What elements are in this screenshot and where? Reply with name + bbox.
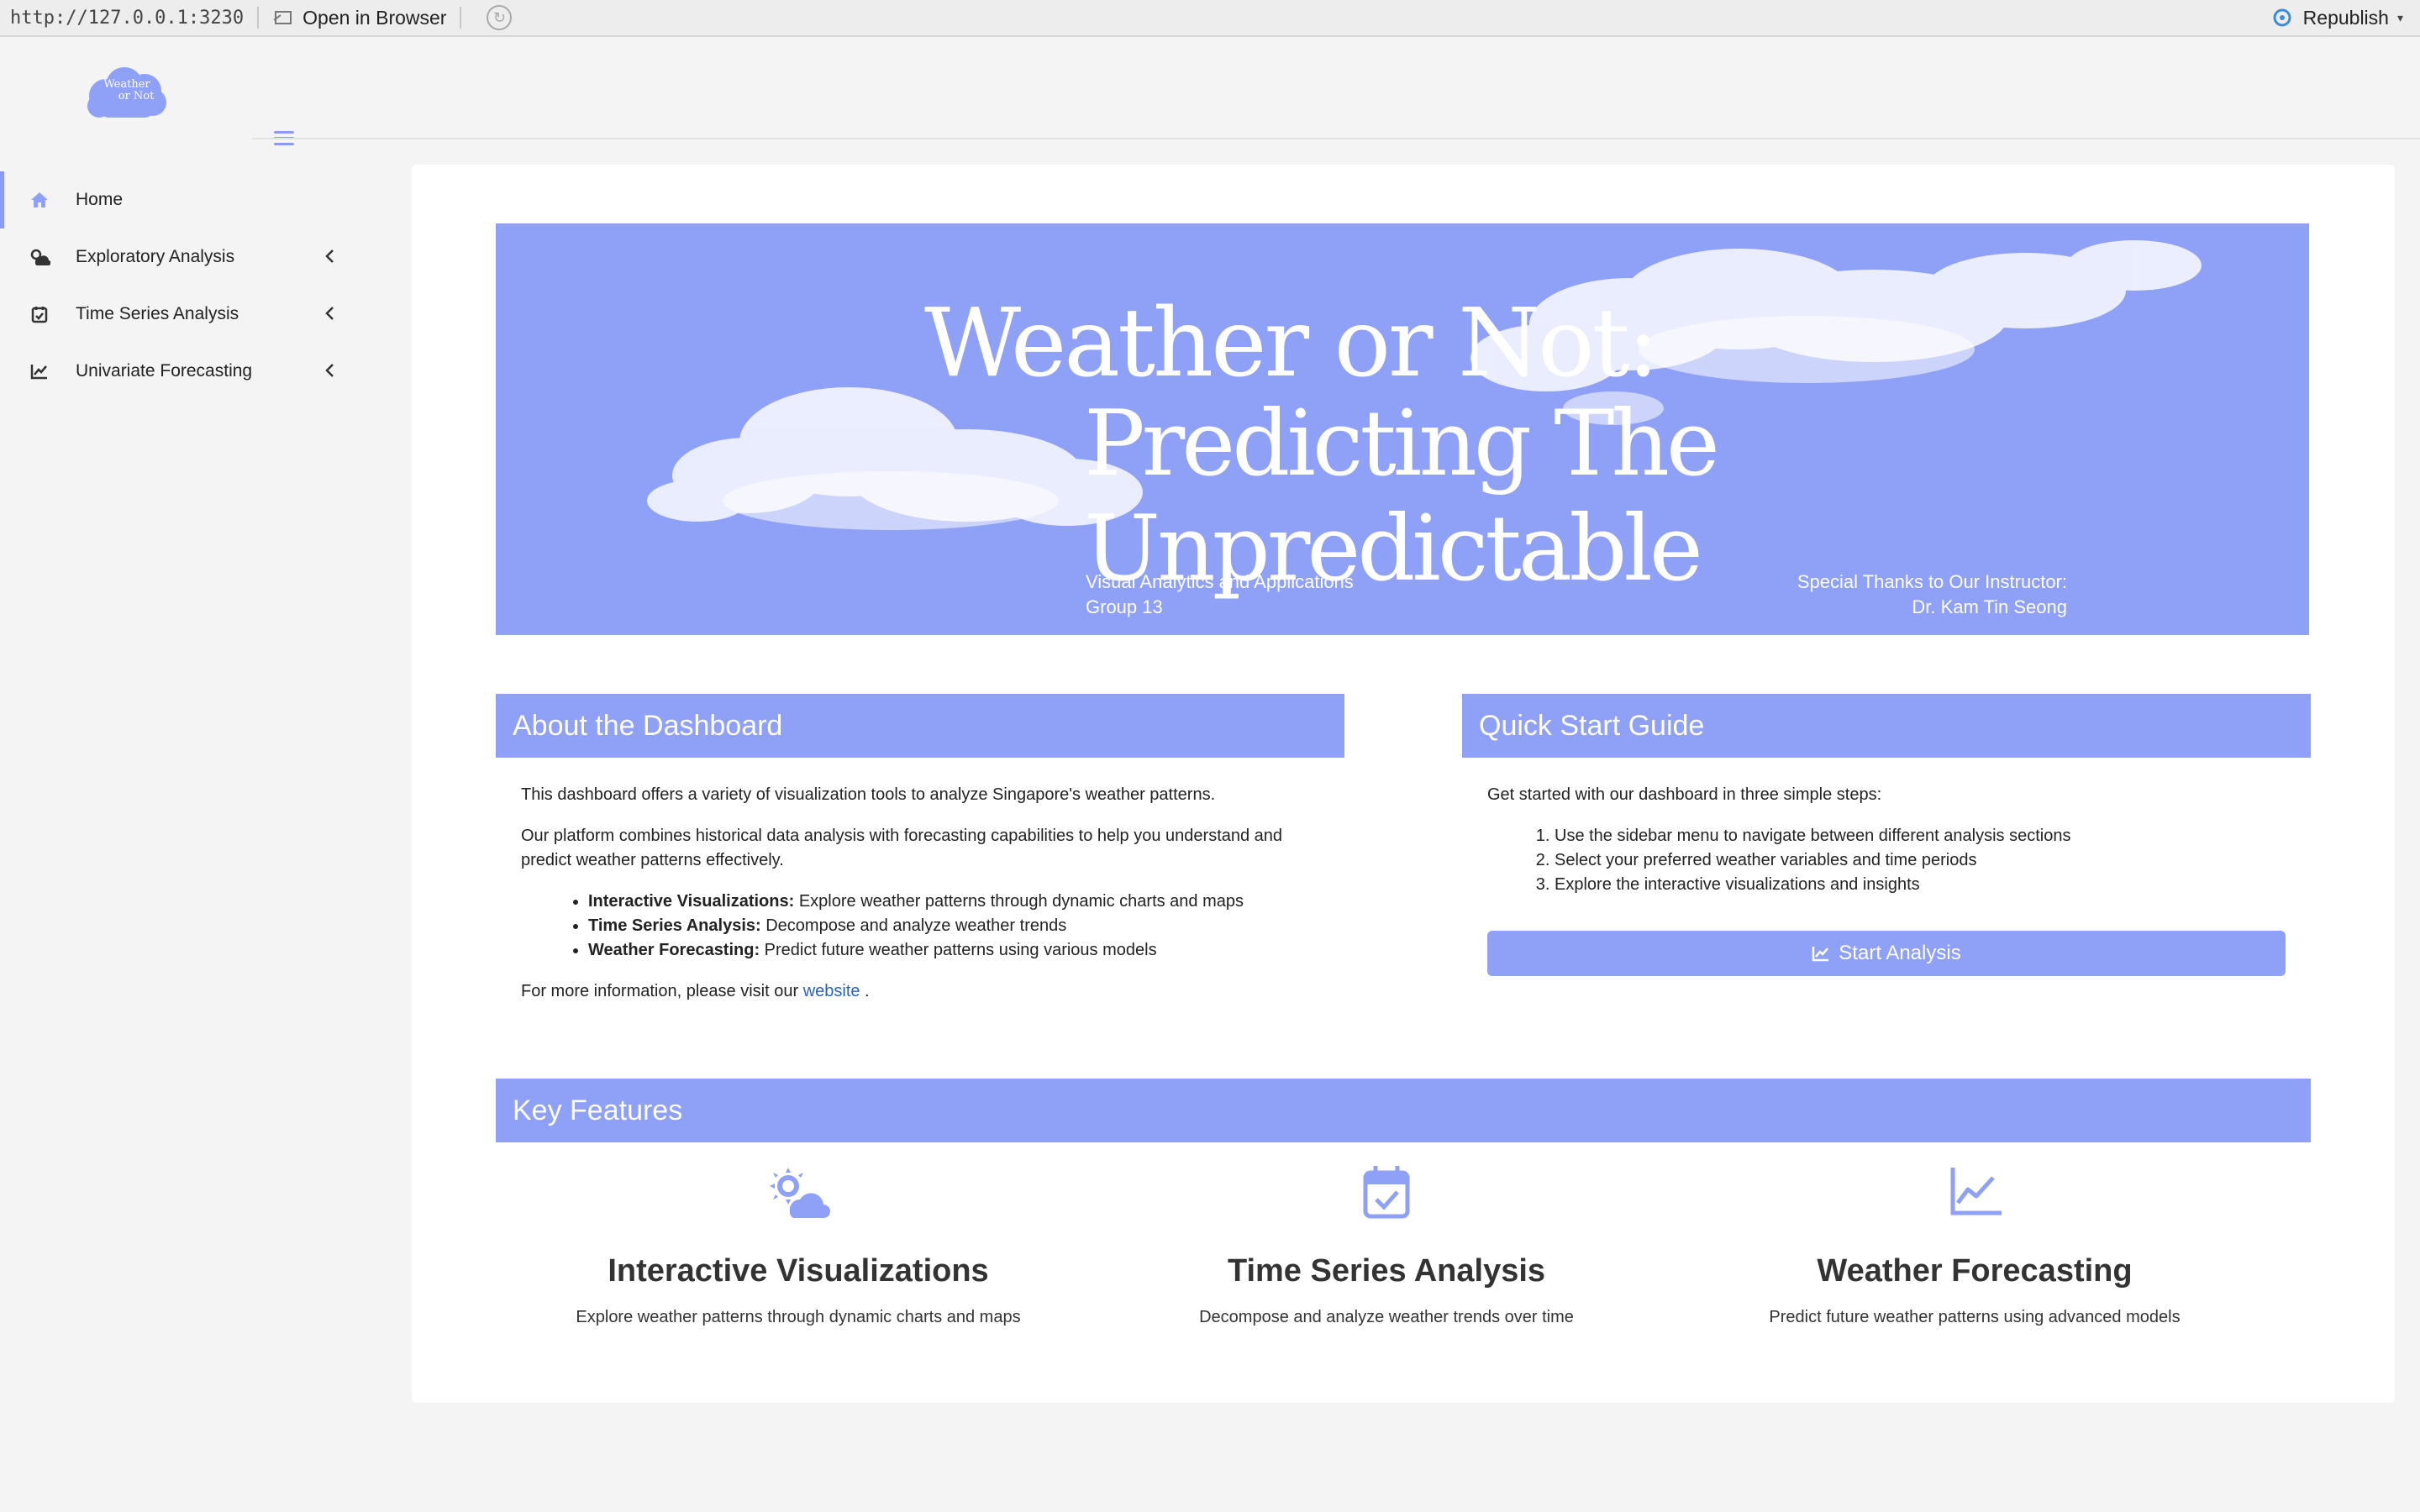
banner-course-name: Visual Analytics and Applications <box>1086 571 1354 592</box>
calendar-check-icon <box>1353 1164 1420 1220</box>
sidebar-item-univariate-forecasting[interactable]: Univariate Forecasting <box>0 343 370 400</box>
list-item-text: Predict future weather patterns using va… <box>760 941 1157 959</box>
banner-title-line1: Weather or Not: <box>924 289 1659 398</box>
feature-description: Predict future weather patterns using ad… <box>1769 1308 2181 1326</box>
about-body: This dashboard offers a variety of visua… <box>521 783 1328 1021</box>
more-info-text: For more information, please visit our <box>521 982 803 1000</box>
key-features-heading: Key Features <box>496 1079 2311 1142</box>
start-analysis-button[interactable]: Start Analysis <box>1487 931 2286 976</box>
sidebar-item-time-series-analysis[interactable]: Time Series Analysis <box>0 286 370 343</box>
quick-start-steps: Use the sidebar menu to navigate between… <box>1555 824 2294 897</box>
sidebar-nav: Home Exploratory Analysis Time Series An… <box>0 171 370 400</box>
line-chart-icon <box>29 360 50 382</box>
about-more-info: For more information, please visit our w… <box>521 979 1328 1004</box>
hamburger-bar <box>274 143 294 145</box>
feature-title: Interactive Visualizations <box>608 1253 989 1289</box>
calendar-check-icon <box>29 303 50 325</box>
sidebar-item-home[interactable]: Home <box>0 171 370 228</box>
feature-weather-forecasting: Weather Forecasting Predict future weath… <box>1681 1164 2269 1327</box>
about-heading: About the Dashboard <box>496 694 1344 758</box>
sidebar-item-label: Home <box>76 190 124 209</box>
about-feature-list: Interactive Visualizations: Explore weat… <box>588 890 1328 963</box>
home-icon <box>29 189 50 211</box>
header-divider <box>252 138 2420 139</box>
chevron-left-icon[interactable] <box>321 247 339 265</box>
list-item-bold: Interactive Visualizations: <box>588 892 795 911</box>
list-item: Select your preferred weather variables … <box>1555 848 2294 873</box>
open-in-browser-label: Open in Browser <box>302 6 447 29</box>
line-chart-icon <box>1812 947 1829 962</box>
banner-group-name: Group 13 <box>1086 596 1163 617</box>
feature-description: Decompose and analyze weather trends ove… <box>1199 1308 1574 1326</box>
line-chart-icon <box>1941 1164 2008 1220</box>
banner-instructor-name: Dr. Kam Tin Seong <box>1912 596 2067 617</box>
republish-label: Republish <box>2302 6 2389 29</box>
list-item: Interactive Visualizations: Explore weat… <box>588 890 1328 914</box>
logo-text-line2: or Not <box>118 90 155 102</box>
cloud-sun-icon <box>765 1164 832 1220</box>
list-item: Weather Forecasting: Predict future weat… <box>588 938 1328 963</box>
banner-thanks-line: Special Thanks to Our Instructor: <box>1797 571 2067 592</box>
about-paragraph-1: This dashboard offers a variety of visua… <box>521 785 1216 804</box>
list-item-bold: Time Series Analysis: <box>588 916 761 935</box>
feature-title: Time Series Analysis <box>1227 1253 1546 1289</box>
quick-start-intro: Get started with our dashboard in three … <box>1487 785 1882 804</box>
url-text[interactable]: http://127.0.0.1:3230 <box>0 8 244 29</box>
list-item: Explore the interactive visualizations a… <box>1555 873 2294 897</box>
open-in-browser-button[interactable]: Open in Browser <box>272 7 446 29</box>
list-item: Time Series Analysis: Decompose and anal… <box>588 914 1328 938</box>
list-item-bold: Weather Forecasting: <box>588 941 760 959</box>
app-logo[interactable]: Weather or Not <box>81 64 173 123</box>
banner-course-info: Visual Analytics and Applications Group … <box>1086 570 1354 620</box>
main-content-card: Weather or Not: Predicting The Unpredict… <box>412 165 2395 1403</box>
hero-banner: Weather or Not: Predicting The Unpredict… <box>496 223 2309 635</box>
external-window-icon <box>273 11 292 24</box>
quick-start-body: Get started with our dashboard in three … <box>1487 783 2294 897</box>
logo-text-line1: Weather <box>103 78 150 91</box>
website-link[interactable]: website <box>803 982 860 1000</box>
sidebar-item-exploratory-analysis[interactable]: Exploratory Analysis <box>0 228 370 286</box>
banner-thanks: Special Thanks to Our Instructor: Dr. Ka… <box>1797 570 2067 620</box>
quick-start-heading: Quick Start Guide <box>1462 694 2311 758</box>
about-paragraph-2: Our platform combines historical data an… <box>521 827 1283 869</box>
chevron-left-icon[interactable] <box>321 361 339 380</box>
list-item-text: Explore weather patterns through dynamic… <box>794 892 1244 911</box>
list-item-text: Decompose and analyze weather trends <box>760 916 1067 935</box>
list-item: Use the sidebar menu to navigate between… <box>1555 824 2294 848</box>
sidebar-item-label: Time Series Analysis <box>76 304 239 323</box>
feature-interactive-visualizations: Interactive Visualizations Explore weath… <box>504 1164 1092 1327</box>
republish-icon <box>2273 8 2291 27</box>
start-analysis-label: Start Analysis <box>1839 942 1961 964</box>
republish-button[interactable]: Republish ▾ <box>2270 7 2403 29</box>
more-info-suffix: . <box>860 982 870 1000</box>
chevron-down-icon[interactable]: ▾ <box>2397 11 2403 25</box>
toolbar-divider <box>460 7 462 29</box>
hamburger-bar <box>274 131 294 134</box>
sidebar-item-label: Univariate Forecasting <box>76 361 253 381</box>
toolbar-divider <box>257 7 260 29</box>
sidebar: Weather or Not Home Exploratory Analysis <box>0 39 387 1512</box>
sidebar-item-label: Exploratory Analysis <box>76 247 235 266</box>
browser-toolbar: http://127.0.0.1:3230 Open in Browser ↻ … <box>0 0 2420 37</box>
feature-title: Weather Forecasting <box>1817 1253 2133 1289</box>
logo-text: Weather or Not <box>81 79 173 102</box>
chevron-left-icon[interactable] <box>321 304 339 323</box>
feature-description: Explore weather patterns through dynamic… <box>576 1308 1021 1326</box>
refresh-icon[interactable]: ↻ <box>487 5 513 30</box>
feature-time-series-analysis: Time Series Analysis Decompose and analy… <box>1092 1164 1681 1327</box>
cloud-sun-icon <box>29 246 50 268</box>
